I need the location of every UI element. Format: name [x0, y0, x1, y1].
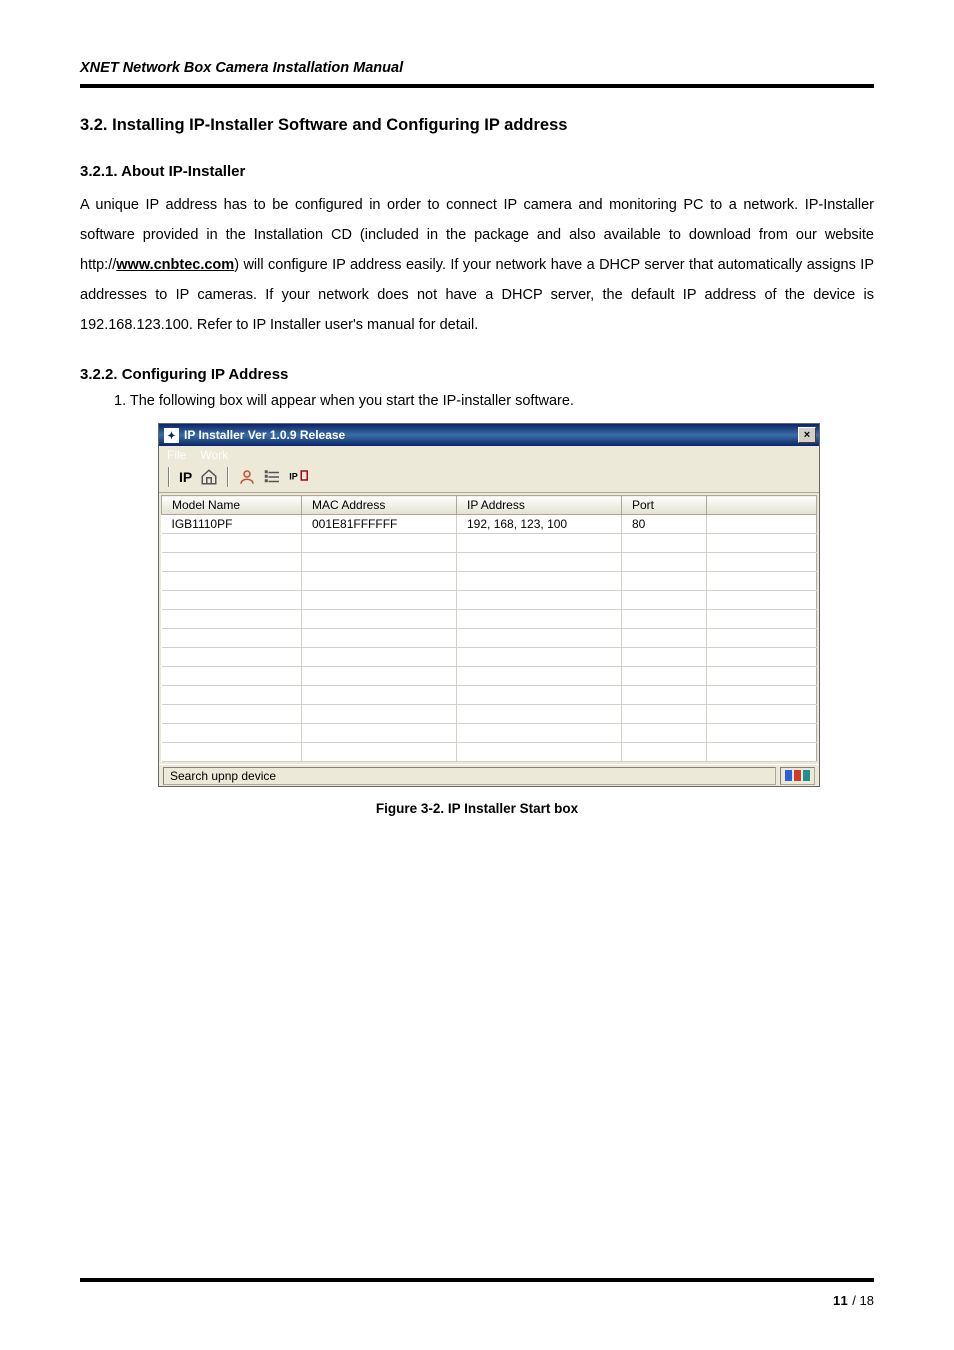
- ip-installer-window: ✦ IP Installer Ver 1.0.9 Release × File …: [158, 423, 820, 787]
- figure-caption: Figure 3-2. IP Installer Start box: [80, 801, 874, 816]
- tray-indicator-blue: [785, 770, 792, 781]
- subsection-heading-about: 3.2.1. About IP-Installer: [80, 163, 874, 180]
- cell-ip: 192, 168, 123, 100: [457, 515, 622, 534]
- website-link[interactable]: www.cnbtec.com: [116, 257, 234, 273]
- table-row[interactable]: [162, 686, 817, 705]
- col-port[interactable]: Port: [622, 496, 707, 515]
- menu-bar: File Work: [159, 446, 819, 464]
- toolbar-separator: [227, 467, 229, 487]
- col-ip-address[interactable]: IP Address: [457, 496, 622, 515]
- tray-indicator-teal: [803, 770, 810, 781]
- ip-config-icon[interactable]: IP: [288, 466, 310, 488]
- step-1-text: 1. The following box will appear when yo…: [114, 393, 874, 409]
- page-number: 11 / 18: [833, 1293, 874, 1308]
- device-table: Model Name MAC Address IP Address Port I…: [161, 495, 817, 762]
- toolbar-separator: [168, 467, 170, 487]
- table-header-row: Model Name MAC Address IP Address Port: [162, 496, 817, 515]
- cell-port: 80: [622, 515, 707, 534]
- table-row[interactable]: [162, 553, 817, 572]
- cell-empty: [707, 515, 817, 534]
- list-icon[interactable]: [262, 466, 284, 488]
- table-row[interactable]: [162, 591, 817, 610]
- menu-work[interactable]: Work: [200, 448, 228, 462]
- device-table-wrap: Model Name MAC Address IP Address Port I…: [159, 493, 819, 764]
- table-row[interactable]: [162, 648, 817, 667]
- toolbar-ip-button[interactable]: IP: [177, 469, 194, 485]
- subsection-heading-configuring: 3.2.2. Configuring IP Address: [80, 366, 874, 383]
- table-row[interactable]: [162, 629, 817, 648]
- cell-model: IGB1110PF: [162, 515, 302, 534]
- tray-indicator-red: [794, 770, 801, 781]
- table-row[interactable]: [162, 534, 817, 553]
- page-current: 11: [833, 1293, 849, 1308]
- section-heading: 3.2. Installing IP-Installer Software an…: [80, 116, 874, 135]
- toolbar: IP IP: [159, 464, 819, 493]
- table-row[interactable]: [162, 572, 817, 591]
- table-row[interactable]: IGB1110PF 001E81FFFFFF 192, 168, 123, 10…: [162, 515, 817, 534]
- window-titlebar[interactable]: ✦ IP Installer Ver 1.0.9 Release ×: [159, 424, 819, 446]
- status-tray: [780, 767, 815, 785]
- cell-mac: 001E81FFFFFF: [302, 515, 457, 534]
- table-row[interactable]: [162, 724, 817, 743]
- page-total: 18: [860, 1293, 874, 1308]
- svg-text:IP: IP: [289, 471, 298, 481]
- home-icon[interactable]: [198, 466, 220, 488]
- table-row[interactable]: [162, 667, 817, 686]
- close-icon[interactable]: ×: [798, 427, 816, 443]
- running-head: XNET Network Box Camera Installation Man…: [80, 60, 874, 82]
- menu-file[interactable]: File: [167, 448, 186, 462]
- status-text: Search upnp device: [163, 767, 776, 785]
- table-row[interactable]: [162, 743, 817, 762]
- table-row[interactable]: [162, 610, 817, 629]
- header-rule: [80, 84, 874, 88]
- col-spacer: [707, 496, 817, 515]
- col-model-name[interactable]: Model Name: [162, 496, 302, 515]
- user-refresh-icon[interactable]: [236, 466, 258, 488]
- status-bar: Search upnp device: [159, 764, 819, 786]
- page-sep: /: [849, 1293, 860, 1308]
- window-title: IP Installer Ver 1.0.9 Release: [184, 428, 345, 442]
- col-mac-address[interactable]: MAC Address: [302, 496, 457, 515]
- table-row[interactable]: [162, 705, 817, 724]
- app-icon: ✦: [164, 428, 179, 443]
- footer-rule: [80, 1278, 874, 1282]
- about-paragraph: A unique IP address has to be configured…: [80, 190, 874, 340]
